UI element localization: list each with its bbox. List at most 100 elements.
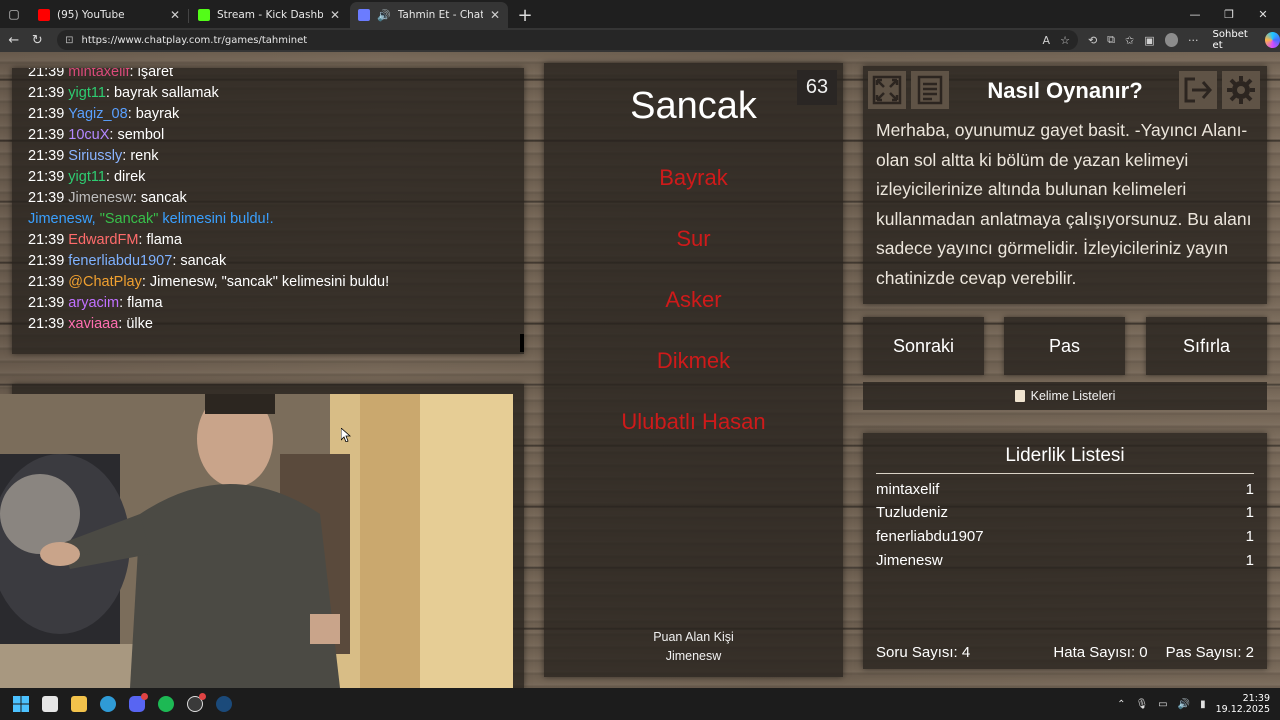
clock-time: 21:39 xyxy=(1242,693,1270,704)
chat-username[interactable]: EdwardFM xyxy=(68,232,138,248)
chat-text: : sancak xyxy=(172,253,227,269)
chat-username[interactable]: xaviaaa xyxy=(68,316,118,332)
logout-icon[interactable] xyxy=(1179,71,1217,109)
battery-icon[interactable]: ▮ xyxy=(1200,699,1206,710)
chat-text: : bayrak sallamak xyxy=(105,85,219,101)
restore-icon[interactable]: ❐ xyxy=(1212,0,1246,28)
collections-icon[interactable]: ▣ xyxy=(1144,34,1154,47)
speaker-icon[interactable]: 🔊 xyxy=(377,9,391,22)
tab-actions-icon[interactable]: ▢ xyxy=(0,0,28,28)
next-button[interactable]: Sonraki xyxy=(863,317,984,375)
extensions-icon[interactable]: ⟲ xyxy=(1088,34,1097,47)
player-score: 1 xyxy=(1245,481,1254,498)
word-lists-button[interactable]: Kelime Listeleri xyxy=(863,382,1267,410)
settings-icon[interactable] xyxy=(1222,71,1260,109)
file-explorer-icon[interactable] xyxy=(64,688,93,720)
notes-icon[interactable] xyxy=(911,71,949,109)
chat-panel: 21:39 mintaxelif: işaret 21:39 yigt11: bayr… xyxy=(12,68,524,354)
chat-username[interactable]: yigt11 xyxy=(68,169,106,185)
leaderboard-title: Liderlik Listesi xyxy=(876,445,1254,474)
fullscreen-icon[interactable] xyxy=(868,71,906,109)
steam-icon[interactable] xyxy=(209,688,238,720)
start-icon[interactable] xyxy=(6,688,35,720)
chat-time: 21:39 xyxy=(28,148,65,164)
notice-text: kelimesini buldu!. xyxy=(158,211,274,227)
chat-scrollbar[interactable] xyxy=(520,334,524,352)
gear-icon xyxy=(1227,76,1255,104)
obs-icon[interactable] xyxy=(180,688,209,720)
error-count: Hata Sayısı: 0 xyxy=(1053,644,1148,661)
chat-text: : sancak xyxy=(132,190,187,206)
chat-username[interactable]: Jimenesw xyxy=(68,190,132,206)
taskbar: ⌃ 🎙 ▭ 🔊 ▮ 21:39 19.12.2025 xyxy=(0,688,1280,720)
toolbar: ← ↻ ⊡ https://www.chatplay.com.tr/games/… xyxy=(0,28,1280,52)
copilot-icon xyxy=(1264,32,1280,48)
tab-title: Tahmin Et - ChatPlay xyxy=(397,9,483,21)
chat-time: 21:39 xyxy=(28,68,65,80)
scorer-name: Jimenesw xyxy=(665,649,722,663)
leaderboard-panel: Liderlik Listesi mintaxelif 1 Tuzludeniz… xyxy=(863,433,1267,669)
chat-username[interactable]: Yagiz_08 xyxy=(68,106,127,122)
leaderboard-row: Tuzludeniz 1 xyxy=(876,504,1254,521)
url-text: https://www.chatplay.com.tr/games/tahmin… xyxy=(81,34,308,46)
chat-username[interactable]: @ChatPlay xyxy=(68,274,142,290)
store-icon[interactable] xyxy=(35,688,64,720)
tab-youtube[interactable]: (95) YouTube ✕ xyxy=(30,2,189,28)
taboo-word: Ulubatlı Hasan xyxy=(621,409,766,434)
how-to-play-panel: Nasıl Oynanır? Merhaba, oyunumuz gayet b… xyxy=(863,66,1267,304)
copilot-button[interactable]: Sohbet et xyxy=(1213,29,1280,51)
split-screen-icon[interactable]: ⧉ xyxy=(1107,33,1115,47)
chat-username[interactable]: Siriussly xyxy=(68,148,122,164)
back-icon[interactable]: ← xyxy=(2,28,26,52)
leaderboard-row: Jimenesw 1 xyxy=(876,552,1254,569)
chat-username[interactable]: 10cuX xyxy=(68,127,109,143)
how-to-play-title: Nasıl Oynanır? xyxy=(987,78,1143,103)
clock[interactable]: 21:39 19.12.2025 xyxy=(1216,693,1270,715)
chat-message: 21:39 EdwardFM: flama xyxy=(28,230,524,251)
tab-chatplay[interactable]: 🔊 Tahmin Et - ChatPlay ✕ xyxy=(350,2,508,28)
chat-message: 21:39 10cuX: sembol xyxy=(28,125,524,146)
close-tab-icon[interactable]: ✕ xyxy=(490,8,500,22)
exit-arrow-icon xyxy=(1184,77,1212,103)
new-tab-button[interactable]: + xyxy=(512,2,538,28)
close-window-icon[interactable]: ✕ xyxy=(1246,0,1280,28)
discord-icon[interactable] xyxy=(122,688,151,720)
close-tab-icon[interactable]: ✕ xyxy=(170,8,180,22)
chat-time: 21:39 xyxy=(28,232,65,248)
chat-username[interactable]: yigt11 xyxy=(68,85,106,101)
read-aloud-icon[interactable]: A xyxy=(1043,34,1051,47)
tab-kick[interactable]: Stream - Kick Dashboard ✕ xyxy=(190,2,348,28)
favorite-star-icon[interactable]: ☆ xyxy=(1060,34,1070,47)
volume-icon[interactable]: 🔊 xyxy=(1178,699,1190,710)
found-word: "Sancak" xyxy=(99,211,159,227)
chat-text: : flama xyxy=(119,295,163,311)
minimize-icon[interactable]: — xyxy=(1178,0,1212,28)
refresh-icon[interactable]: ↻ xyxy=(26,28,50,52)
profile-avatar[interactable] xyxy=(1164,33,1179,47)
more-menu-icon[interactable]: ··· xyxy=(1188,34,1199,47)
reset-button[interactable]: Sıfırla xyxy=(1146,317,1267,375)
edge-icon[interactable] xyxy=(93,688,122,720)
chat-text: : ülke xyxy=(118,316,153,332)
chat-time: 21:39 xyxy=(28,127,65,143)
webcam-image xyxy=(0,394,513,688)
chat-username[interactable]: fenerliabdu1907 xyxy=(68,253,172,269)
site-info-icon[interactable]: ⊡ xyxy=(65,35,73,46)
chat-time: 21:39 xyxy=(28,106,65,122)
chat-text: : sembol xyxy=(109,127,165,143)
pass-button[interactable]: Pas xyxy=(1004,317,1125,375)
favorites-icon[interactable]: ✩ xyxy=(1125,34,1134,47)
windows-logo-icon xyxy=(12,696,29,712)
player-score: 1 xyxy=(1245,552,1254,569)
close-tab-icon[interactable]: ✕ xyxy=(330,8,340,22)
network-icon[interactable]: ▭ xyxy=(1158,699,1167,710)
address-bar[interactable]: ⊡ https://www.chatplay.com.tr/games/tahm… xyxy=(57,30,1078,50)
chat-username[interactable]: mintaxelif xyxy=(68,68,129,80)
chat-username[interactable]: aryacim xyxy=(68,295,119,311)
microphone-icon[interactable]: 🎙 xyxy=(1135,699,1148,710)
notepad-icon xyxy=(1014,390,1025,402)
mouse-cursor-icon xyxy=(341,428,351,442)
chevron-up-icon[interactable]: ⌃ xyxy=(1117,699,1125,710)
chat-text: : Jimenesw, "sancak" kelimesini buldu! xyxy=(141,274,390,290)
spotify-icon[interactable] xyxy=(151,688,180,720)
